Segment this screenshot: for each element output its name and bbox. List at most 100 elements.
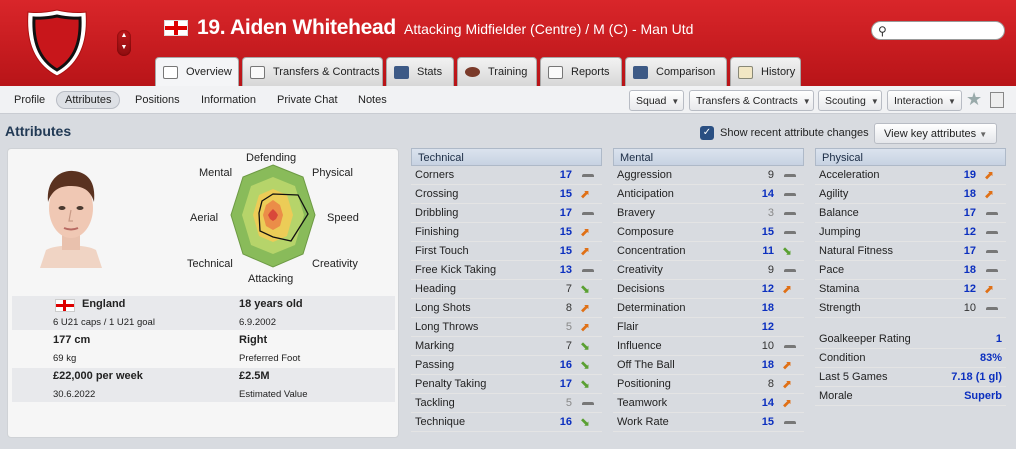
attribute-row: Off The Ball 18 ⬈ — [613, 356, 804, 375]
attribute-row: Dribbling 17 — [411, 204, 602, 223]
search-icon: ⚲ — [878, 24, 887, 38]
attribute-value: 17 — [559, 378, 572, 390]
dropdown-label: Scouting — [825, 95, 866, 107]
attribute-value: 12 — [761, 283, 774, 295]
empty-trend-icon — [782, 303, 796, 314]
attribute-row: Acceleration 19 ⬈ — [815, 166, 1006, 185]
tab-training[interactable]: Training — [457, 57, 537, 86]
attribute-row: Natural Fitness 17 — [815, 242, 1006, 261]
attribute-row: Corners 17 — [411, 166, 602, 185]
player-switch-stepper[interactable]: ▲ ▼ — [117, 30, 131, 56]
attribute-value: 15 — [761, 416, 774, 428]
tab-stats[interactable]: Stats — [386, 57, 454, 86]
no-change-icon — [784, 421, 796, 432]
tab-reports[interactable]: Reports — [540, 57, 622, 86]
attribute-value: 17 — [559, 169, 572, 181]
attribute-value: 5 — [565, 321, 572, 333]
value-value: £2.5M — [239, 370, 270, 382]
dob-value: 6.9.2002 — [239, 317, 276, 328]
tab-overview[interactable]: Overview — [155, 57, 239, 87]
show-changes-checkbox[interactable]: ✓ — [700, 126, 714, 140]
attribute-row: Flair 12 — [613, 318, 804, 337]
attribute-name: Acceleration — [819, 169, 880, 181]
attribute-name: Pace — [819, 264, 845, 276]
tab-comparison[interactable]: Comparison — [625, 57, 727, 86]
attribute-name: Finishing — [415, 226, 460, 238]
trend-down-icon: ⬊ — [580, 282, 591, 296]
attribute-row: Concentration 11 ⬊ — [613, 242, 804, 261]
attribute-value: 16 — [559, 359, 572, 371]
attribute-value: 17 — [559, 207, 572, 219]
attribute-name: Natural Fitness — [819, 245, 893, 257]
attribute-name: Composure — [617, 226, 674, 238]
attribute-value: 15 — [559, 226, 572, 238]
attribute-value: 12 — [963, 283, 976, 295]
interaction-dropdown[interactable]: Interaction ▼ — [887, 90, 962, 111]
transfers-contracts-dropdown[interactable]: Transfers & Contracts ▼ — [689, 90, 814, 111]
summary-row: Goalkeeper Rating 1 — [815, 330, 1006, 349]
view-key-attributes-button[interactable]: View key attributes ▼ — [874, 123, 998, 144]
attribute-row: Heading 7 ⬊ — [411, 280, 602, 299]
weight-value: 69 kg — [53, 353, 77, 364]
attribute-name: Strength — [819, 302, 861, 314]
attribute-value: 18 — [761, 359, 774, 371]
attribute-value: 8 — [565, 302, 572, 314]
tab-transfers-contracts[interactable]: Transfers & Contracts — [242, 57, 383, 86]
technical-header: Technical — [411, 148, 602, 166]
attribute-value: 12 — [963, 226, 976, 238]
no-change-icon — [582, 174, 594, 185]
search-input[interactable]: ⚲ — [871, 21, 1005, 40]
attribute-name: Tackling — [415, 397, 455, 409]
physical-header: Physical — [815, 148, 1006, 166]
no-change-icon — [986, 307, 998, 318]
squad-dropdown[interactable]: Squad ▼ — [629, 90, 684, 111]
radar-label-creativity: Creativity — [312, 258, 358, 270]
tab-history[interactable]: History — [730, 57, 801, 86]
attribute-row: Passing 16 ⬊ — [411, 356, 602, 375]
dropdown-label: Transfers & Contracts — [696, 95, 798, 107]
attribute-name: Free Kick Taking — [415, 264, 497, 276]
mental-panel: Mental Aggression 9 Anticipation 14 Bravery 3… — [613, 148, 804, 432]
attribute-value: 10 — [761, 340, 774, 352]
page-title: Attributes — [5, 123, 72, 139]
sub-navigation: Profile Attributes Positions Information… — [0, 86, 1016, 114]
attribute-row: Marking 7 ⬊ — [411, 337, 602, 356]
subnav-attributes[interactable]: Attributes — [56, 91, 121, 109]
attribute-value: 9 — [767, 169, 774, 181]
trend-down-icon: ⬊ — [782, 244, 793, 258]
attribute-value: 16 — [559, 416, 572, 428]
trend-down-icon: ⬊ — [580, 358, 591, 372]
scouting-dropdown[interactable]: Scouting ▼ — [818, 90, 882, 111]
radar-label-attacking: Attacking — [248, 273, 294, 285]
star-icon[interactable]: ★ — [966, 89, 982, 110]
attribute-name: Agility — [819, 188, 849, 200]
trend-up-icon: ⬈ — [782, 358, 793, 372]
no-change-icon — [986, 212, 998, 223]
subnav-notes[interactable]: Notes — [350, 92, 395, 108]
summary-name: Morale — [819, 390, 853, 402]
tab-label: Transfers & Contracts — [273, 66, 380, 78]
attribute-row: Crossing 15 ⬈ — [411, 185, 602, 204]
tab-label: Training — [488, 66, 528, 78]
attribute-row: Anticipation 14 — [613, 185, 804, 204]
attribute-row: Penalty Taking 17 ⬊ — [411, 375, 602, 394]
subnav-profile[interactable]: Profile — [6, 92, 53, 108]
no-change-icon — [986, 250, 998, 261]
notes-icon[interactable] — [990, 92, 1004, 108]
value-label: Estimated Value — [239, 389, 308, 400]
attribute-row: Technique 16 ⬊ — [411, 413, 602, 432]
attribute-name: Long Throws — [415, 321, 479, 333]
attribute-row: Strength 10 — [815, 299, 1006, 318]
attribute-row: Influence 10 — [613, 337, 804, 356]
england-flag-icon — [55, 299, 75, 312]
no-change-icon — [986, 269, 998, 280]
attribute-name: Heading — [415, 283, 456, 295]
attribute-value: 10 — [963, 302, 976, 314]
subnav-positions[interactable]: Positions — [127, 92, 188, 108]
trend-up-icon: ⬈ — [782, 282, 793, 296]
subnav-information[interactable]: Information — [193, 92, 264, 108]
reports-icon — [548, 66, 563, 79]
attribute-value: 9 — [767, 264, 774, 276]
subnav-private-chat[interactable]: Private Chat — [269, 92, 346, 108]
attribute-row: Pace 18 — [815, 261, 1006, 280]
